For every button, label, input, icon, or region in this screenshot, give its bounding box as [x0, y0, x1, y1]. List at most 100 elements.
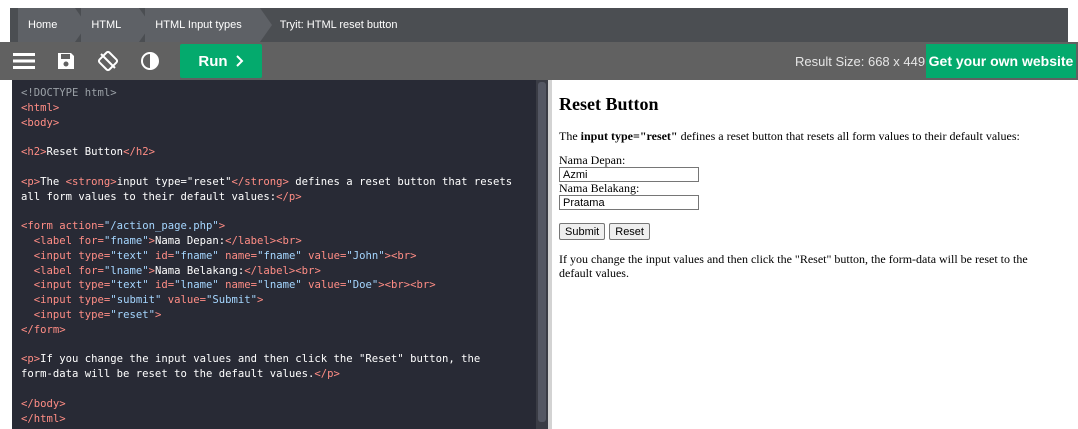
code-token: >: [218, 220, 226, 233]
code-token: "submit": [110, 294, 162, 307]
code-token: </strong>: [231, 175, 289, 188]
code-token: "fname": [257, 249, 302, 262]
code-line: <input type="text" id="fname" name="fnam…: [21, 249, 536, 264]
code-token: "lname": [257, 279, 302, 292]
code-token: </body>: [21, 397, 66, 410]
code-token: form-data will be reset to the default v…: [21, 368, 315, 381]
breadcrumb: Home HTML HTML Input types Tryit: HTML r…: [0, 0, 1078, 42]
submit-button[interactable]: Submit: [559, 223, 606, 240]
code-token: <strong>: [65, 175, 117, 188]
code-token: >: [154, 308, 162, 321]
fname-input[interactable]: [559, 167, 699, 182]
breadcrumb-current: Tryit: HTML reset button: [279, 19, 398, 31]
code-token: If you change the input values and then …: [40, 353, 481, 366]
code-token: value=: [301, 249, 347, 262]
code-token: type=: [72, 308, 111, 321]
code-token: "lname": [174, 279, 219, 292]
code-token: <input: [33, 294, 73, 307]
get-your-own-website-button[interactable]: Get your own website: [926, 44, 1076, 78]
code-token: "John": [346, 249, 385, 262]
code-token: "text": [110, 279, 149, 292]
reset-button[interactable]: Reset: [609, 223, 650, 240]
code-token: <!DOCTYPE html>: [21, 87, 117, 99]
code-token: input type="reset": [116, 175, 232, 188]
code-line: <input type="text" id="lname" name="lnam…: [21, 278, 536, 293]
code-token: The: [40, 175, 66, 188]
code-line: <!DOCTYPE html>: [21, 86, 536, 101]
breadcrumb-html[interactable]: HTML: [81, 8, 152, 42]
code-token: <input: [33, 279, 73, 292]
code-line: <input type="reset">: [21, 308, 536, 323]
code-token: "fname": [103, 234, 149, 247]
rotate-icon[interactable]: [90, 42, 126, 80]
code-token: <label: [33, 264, 73, 277]
code-token: >: [257, 294, 264, 307]
code-line: all form values to their default values:…: [21, 190, 536, 205]
save-icon[interactable]: [48, 42, 84, 80]
code-token: </html>: [21, 412, 66, 425]
code-token: value=: [161, 294, 207, 307]
code-token: </p>: [276, 190, 302, 203]
code-token: ><br>: [384, 249, 417, 262]
code-line: <p>The <strong>input type="reset"</stron…: [21, 175, 536, 190]
lname-label: Nama Belakang:: [559, 181, 640, 195]
lname-input[interactable]: [559, 195, 699, 210]
chevron-right-icon: [235, 55, 243, 67]
fname-label: Nama Depan:: [559, 153, 626, 167]
editor-scrollbar-thumb[interactable]: [538, 82, 546, 422]
code-token: ><br><br>: [378, 279, 436, 292]
code-token: "reset": [110, 308, 155, 321]
code-token: Nama Depan:: [154, 234, 226, 247]
code-token: <input: [33, 308, 73, 321]
code-line: <label for="fname">Nama Depan:</label><b…: [21, 234, 536, 249]
code-token: all form values to their default values:: [21, 190, 277, 203]
code-token: name=: [218, 279, 258, 292]
code-token: type=: [72, 279, 111, 292]
code-line: <body>: [21, 116, 536, 131]
code-token: <input: [33, 249, 73, 262]
code-editor[interactable]: <!DOCTYPE html> <html> <body> <h2>Reset But…: [12, 80, 536, 429]
code-token: name=: [218, 249, 258, 262]
run-label: Run: [198, 52, 228, 70]
code-line: </form>: [21, 323, 536, 338]
code-token: <p>: [21, 175, 41, 188]
form-buttons: Submit Reset: [559, 223, 1078, 240]
result-pane: Reset Button The input type="reset" defi…: [552, 80, 1078, 429]
code-token: id=: [148, 249, 175, 262]
code-token: "Submit": [206, 294, 258, 307]
code-token: value=: [301, 279, 347, 292]
run-button[interactable]: Run: [180, 44, 262, 78]
breadcrumb-bar: Home HTML HTML Input types Tryit: HTML r…: [10, 8, 1068, 42]
code-token: <body>: [21, 116, 60, 129]
code-line: </body>: [21, 397, 536, 412]
code-token: "lname": [103, 264, 149, 277]
breadcrumb-input-types[interactable]: HTML Input types: [145, 8, 273, 42]
code-line: <label for="lname">Nama Belakang:</label…: [21, 264, 536, 279]
breadcrumb-home[interactable]: Home: [18, 8, 88, 42]
menu-icon[interactable]: [6, 42, 42, 80]
code-token: "text": [110, 249, 149, 262]
code-token: </label><br>: [225, 234, 302, 247]
code-token: <form: [21, 220, 53, 233]
code-token: </h2>: [123, 146, 155, 159]
code-line: </html>: [21, 412, 536, 427]
code-token: action=: [52, 220, 104, 233]
code-token: type=: [72, 249, 111, 262]
result-heading: Reset Button: [559, 94, 659, 114]
code-token: <p>: [21, 353, 41, 366]
contrast-icon[interactable]: [132, 42, 168, 80]
code-line: <input type="submit" value="Submit">: [21, 293, 536, 308]
code-token: </form>: [21, 323, 66, 336]
code-line: <html>: [21, 101, 536, 116]
code-line: <p>If you change the input values and th…: [21, 352, 536, 367]
code-token: <label: [33, 234, 73, 247]
